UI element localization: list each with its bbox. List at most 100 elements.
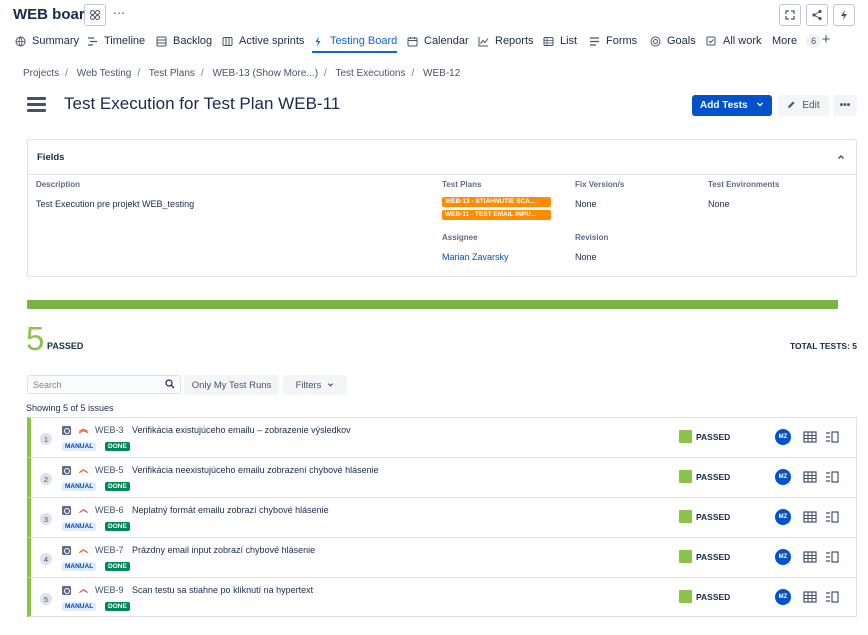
details-icon[interactable] [825,431,839,443]
priority-medium-icon: ︿ [79,504,89,514]
issue-key-link[interactable]: WEB-3 [95,425,124,435]
test-plan-tag[interactable]: WEB-13 - STIAHNUTIE SCA... [442,197,551,207]
avatar[interactable]: MZ [775,469,791,485]
add-tests-label: Add Tests [700,100,748,111]
table-icon[interactable] [803,431,817,443]
test-run-row[interactable]: 3 ︿ WEB-6 Neplatný formát emailu zobrazí… [27,497,857,537]
add-tests-button[interactable]: Add Tests [692,95,772,116]
tab-backlog[interactable]: Backlog [155,32,212,50]
more-options-button[interactable]: ••• [833,95,857,116]
forms-icon [588,35,600,47]
breadcrumb-current[interactable]: WEB-12 [423,68,460,79]
details-icon[interactable] [825,551,839,563]
test-run-row[interactable]: 2 ︿ WEB-5 Verifikácia neexistujúceho ema… [27,457,857,497]
test-result[interactable]: PASSED [696,552,730,562]
tab-list[interactable]: List [542,32,577,50]
automation-icon[interactable] [833,4,855,26]
issue-summary: Scan testu sa stiahne po kliknutí na hyp… [132,585,314,595]
test-runs-list: 1 ︽ WEB-3 Verifikácia existujúceho email… [27,417,857,617]
manual-tag: MANUAL [62,482,97,491]
test-environments-value: None [708,199,730,209]
tab-timeline[interactable]: Timeline [86,32,145,50]
assignee-label: Assignee [442,233,478,242]
tab-calendar[interactable]: Calendar [406,32,469,50]
more-actions-icon[interactable]: ⋯ [112,6,126,20]
done-tag: DONE [105,442,130,451]
issue-key-link[interactable]: WEB-7 [95,545,124,555]
test-result[interactable]: PASSED [696,512,730,522]
issue-summary: Prázdny email input zobrazí chybové hlás… [132,545,316,555]
description-label: Description [36,180,81,189]
test-plan-tag[interactable]: WEB-11 - TEST EMAIL INPU... [442,210,551,220]
issue-summary: Neplatný formát emailu zobrazí chybové h… [132,505,329,515]
breadcrumb-projects[interactable]: Projects [23,68,59,79]
tab-summary[interactable]: Summary [14,32,79,50]
search-placeholder: Search [33,379,62,390]
board-switch-icon[interactable] [84,4,106,26]
fields-header[interactable]: Fields [28,140,856,175]
test-result[interactable]: PASSED [696,432,730,442]
ellipsis-icon: ••• [839,100,851,111]
details-icon[interactable] [825,591,839,603]
details-icon[interactable] [825,471,839,483]
tab-all-work[interactable]: All work [705,32,762,50]
test-run-row[interactable]: 5 ︿ WEB-9 Scan testu sa stiahne po klikn… [27,577,857,617]
tab-active-sprints[interactable]: Active sprints [221,32,304,50]
test-result[interactable]: PASSED [696,592,730,602]
avatar[interactable]: MZ [775,549,791,565]
tab-goals[interactable]: Goals [649,32,696,50]
passed-status-swatch [679,430,692,443]
breadcrumb: Projects / Web Testing / Test Plans / WEB-1… [23,68,461,79]
passed-count: 5 [26,320,45,357]
execution-progress-bar [27,300,838,309]
manual-tag: MANUAL [62,562,97,571]
done-tag: DONE [105,562,130,571]
add-tab-icon[interactable]: + [819,31,833,48]
breadcrumb-test-executions[interactable]: Test Executions [335,68,405,79]
issue-key-link[interactable]: WEB-6 [95,505,124,515]
breadcrumb-test-plan[interactable]: WEB-13 (Show More...) [212,68,318,79]
tab-reports[interactable]: Reports [477,32,534,50]
row-index: 4 [40,553,52,565]
issue-key-link[interactable]: WEB-5 [95,465,124,475]
details-icon[interactable] [825,511,839,523]
table-icon[interactable] [803,471,817,483]
search-input[interactable]: Search [27,375,181,394]
collapse-icon[interactable] [836,152,846,162]
chart-icon [477,35,489,47]
tab-more[interactable]: More 6 [772,32,822,50]
tab-testing-board[interactable]: Testing Board [312,32,398,53]
list-icon [542,35,554,47]
fields-title: Fields [37,152,65,163]
tab-label: Forms [606,35,638,47]
menu-icon[interactable] [27,97,46,112]
only-my-test-runs-button[interactable]: Only My Test Runs [184,375,279,395]
app-title: WEB board [13,6,94,23]
avatar[interactable]: MZ [775,589,791,605]
filters-button[interactable]: Filters [283,375,347,395]
globe-icon [14,35,26,47]
tab-forms[interactable]: Forms [588,32,637,50]
tab-label: Active sprints [239,35,305,47]
breadcrumb-test-plans[interactable]: Test Plans [149,68,195,79]
test-run-row[interactable]: 4 ︿ WEB-7 Prázdny email input zobrazí ch… [27,537,857,577]
table-icon[interactable] [803,551,817,563]
only-my-runs-label: Only My Test Runs [191,379,272,391]
manual-tag: MANUAL [62,602,97,611]
table-icon[interactable] [803,511,817,523]
test-result[interactable]: PASSED [696,472,730,482]
table-icon[interactable] [803,591,817,603]
revision-value: None [575,252,597,262]
share-icon[interactable] [806,4,828,26]
issue-key-link[interactable]: WEB-9 [95,585,124,595]
test-run-row[interactable]: 1 ︽ WEB-3 Verifikácia existujúceho email… [27,417,857,457]
tab-label: Reports [495,35,534,47]
edit-button[interactable]: Edit [778,95,829,116]
test-type-icon [62,426,71,435]
assignee-link[interactable]: Marian Zavarsky [442,252,509,262]
fullscreen-icon[interactable] [779,4,801,26]
breadcrumb-project[interactable]: Web Testing [77,68,132,79]
page-title: Test Execution for Test Plan WEB-11 [64,94,341,113]
avatar[interactable]: MZ [775,509,791,525]
avatar[interactable]: MZ [775,429,791,445]
